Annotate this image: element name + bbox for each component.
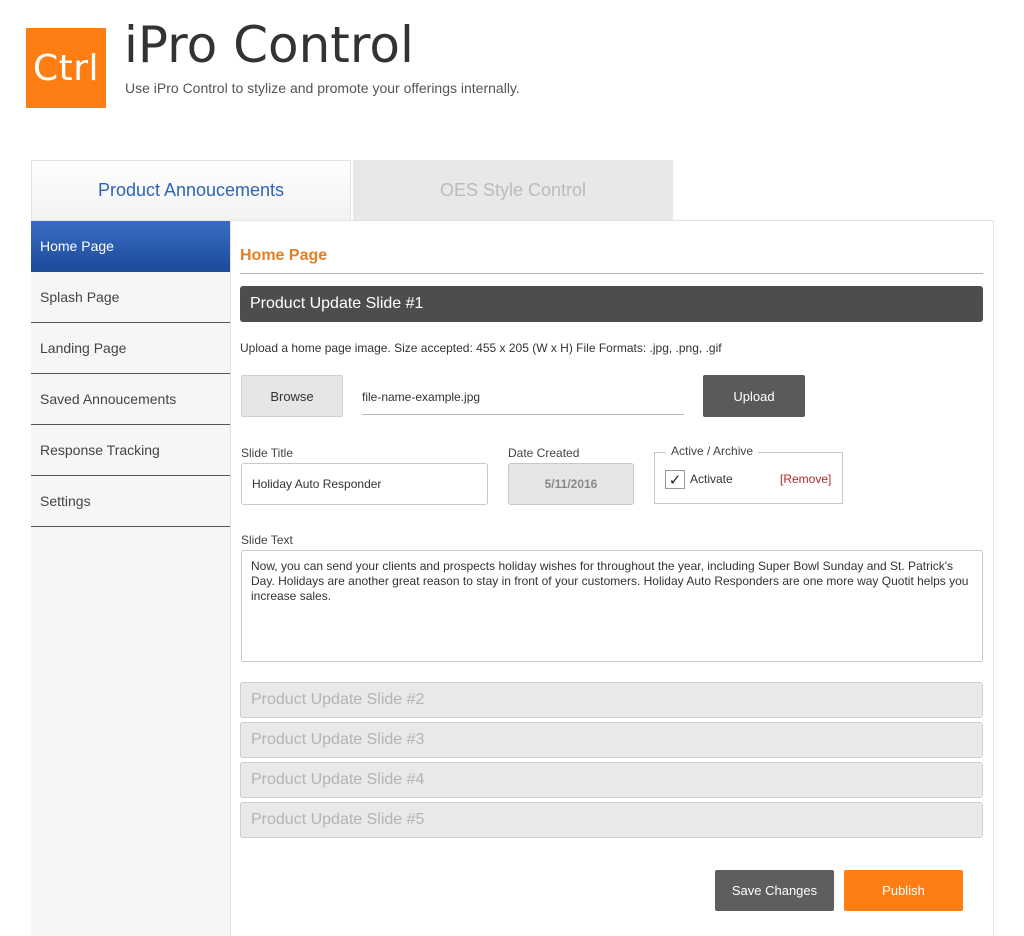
save-changes-button[interactable]: Save Changes [715,870,834,911]
sidebar-item-saved-annoucements[interactable]: Saved Annoucements [31,374,230,425]
slide-title-input[interactable]: Holiday Auto Responder [241,463,488,505]
slide-text-input[interactable]: Now, you can send your clients and prosp… [241,550,983,662]
upload-instructions: Upload a home page image. Size accepted:… [240,341,722,355]
app-title: iPro Control [124,16,414,74]
slide-4-header[interactable]: Product Update Slide #4 [240,762,983,798]
activate-label: Activate [690,472,733,486]
sidebar-item-settings[interactable]: Settings [31,476,230,527]
upload-button[interactable]: Upload [703,375,805,417]
file-name-field[interactable]: file-name-example.jpg [362,386,684,415]
section-divider [240,273,983,274]
sidebar-item-home-page[interactable]: Home Page [31,221,230,272]
slide-3-header[interactable]: Product Update Slide #3 [240,722,983,758]
slide-text-label: Slide Text [241,533,293,547]
sidebar-item-response-tracking[interactable]: Response Tracking [31,425,230,476]
app-logo: Ctrl [26,28,106,108]
browse-button[interactable]: Browse [241,375,343,417]
tab-oes-style-control[interactable]: OES Style Control [353,160,673,220]
publish-button[interactable]: Publish [844,870,963,911]
activate-checkbox[interactable]: ✓ [665,470,685,489]
sidebar-item-splash-page[interactable]: Splash Page [31,272,230,323]
active-archive-legend: Active / Archive [666,444,759,458]
slide-title-label: Slide Title [241,446,294,460]
tab-product-announcements[interactable]: Product Annoucements [31,160,351,220]
checkmark-icon: ✓ [668,471,682,489]
slide-1-header[interactable]: Product Update Slide #1 [240,286,983,322]
logo-text: Ctrl [32,47,100,89]
remove-link[interactable]: [Remove] [780,472,831,486]
sidebar: Home Page Splash Page Landing Page Saved… [31,221,231,936]
sidebar-item-landing-page[interactable]: Landing Page [31,323,230,374]
app-subtitle: Use iPro Control to stylize and promote … [125,80,520,96]
date-created-label: Date Created [508,446,580,460]
slide-2-header[interactable]: Product Update Slide #2 [240,682,983,718]
slide-5-header[interactable]: Product Update Slide #5 [240,802,983,838]
date-created-field: 5/11/2016 [508,463,634,505]
section-title: Home Page [240,247,328,264]
